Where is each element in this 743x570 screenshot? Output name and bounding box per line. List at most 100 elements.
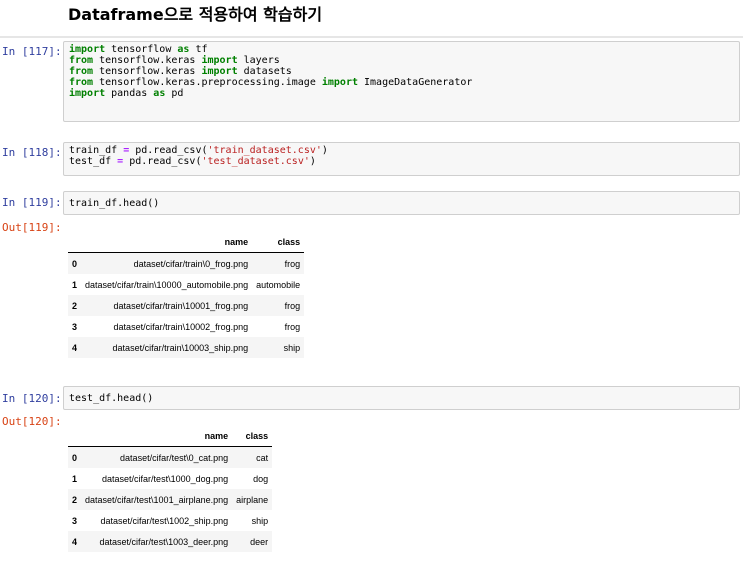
code-line: test_df.head() xyxy=(69,393,734,404)
out-prompt-119: Out[119]: xyxy=(2,221,62,234)
in-prompt-118: In [118]: xyxy=(2,146,62,159)
code-cell-117[interactable]: import tensorflow as tf from tensorflow.k… xyxy=(63,41,740,122)
code-text: train_df xyxy=(69,145,124,156)
table-row: 4 dataset/cifar/train\10003_ship.png shi… xyxy=(68,337,305,358)
row-index: 3 xyxy=(72,515,78,526)
cell-name: dataset/cifar/train\10001_frog.png xyxy=(113,300,249,311)
code-keyword: import xyxy=(201,66,238,77)
code-text: ImageDataGenerator xyxy=(358,77,473,88)
cell-name: dataset/cifar/test\1003_deer.png xyxy=(99,536,229,547)
index-header xyxy=(68,426,82,447)
code-text: pd xyxy=(165,88,184,99)
code-text: pd.read_csv( xyxy=(129,145,208,156)
row-index: 0 xyxy=(72,258,78,269)
dataframe-table-train: name class 0 dataset/cifar/train\0_frog.… xyxy=(68,232,305,358)
table-row: 2 dataset/cifar/train\10001_frog.png fro… xyxy=(68,295,305,316)
out-prompt-120: Out[120]: xyxy=(2,415,62,428)
code-text: tensorflow xyxy=(105,44,178,55)
code-text: ) xyxy=(309,156,316,167)
row-index: 4 xyxy=(72,342,78,353)
code-keyword: as xyxy=(153,88,166,99)
column-header-class: class xyxy=(252,232,305,253)
code-text: datasets xyxy=(237,66,292,77)
cell-class: deer xyxy=(250,536,269,547)
column-header-class: class xyxy=(232,426,273,447)
code-string: 'test_dataset.csv' xyxy=(201,156,310,167)
table-row: 2 dataset/cifar/test\1001_airplane.png a… xyxy=(68,489,273,510)
code-line: import tensorflow as tf xyxy=(69,44,734,55)
cell-name: dataset/cifar/train\10002_frog.png xyxy=(113,321,249,332)
code-keyword: from xyxy=(69,55,94,66)
table-row: 3 dataset/cifar/train\10002_frog.png fro… xyxy=(68,316,304,337)
row-index: 3 xyxy=(72,321,78,332)
cell-class: ship xyxy=(251,515,269,526)
markdown-heading: Dataframe으로 적용하여 학습하기 xyxy=(68,5,323,24)
code-text: ) xyxy=(321,145,328,156)
cell-class: frog xyxy=(284,300,301,311)
code-text: layers xyxy=(237,55,280,66)
code-line: train_df.head() xyxy=(69,198,734,209)
cell-name: dataset/cifar/train\10003_ship.png xyxy=(112,342,249,353)
cell-class: airplane xyxy=(236,494,269,505)
code-keyword: import xyxy=(201,55,238,66)
cell-class: frog xyxy=(284,258,301,269)
code-string: 'train_dataset.csv' xyxy=(207,145,322,156)
table-row: 0 dataset/cifar/test\0_cat.png cat xyxy=(68,446,273,468)
cell-name: dataset/cifar/train\0_frog.png xyxy=(133,258,249,269)
row-index: 0 xyxy=(72,452,78,463)
cell-class: dog xyxy=(253,473,269,484)
cell-name: dataset/cifar/test\0_cat.png xyxy=(120,452,229,463)
cell-name: dataset/cifar/test\1001_airplane.png xyxy=(85,494,229,505)
in-prompt-120: In [120]: xyxy=(2,392,62,405)
code-text: test_df xyxy=(69,156,118,167)
cell-class: ship xyxy=(283,342,301,353)
row-index: 1 xyxy=(72,473,78,484)
code-text: tf xyxy=(189,44,208,55)
code-line: from tensorflow.keras import datasets xyxy=(69,66,734,77)
code-line: train_df = pd.read_csv('train_dataset.cs… xyxy=(69,145,734,156)
row-index: 4 xyxy=(72,536,78,547)
row-index: 2 xyxy=(72,494,78,505)
heading-rule xyxy=(0,36,743,38)
in-prompt-117: In [117]: xyxy=(2,45,62,58)
table-row: 1 dataset/cifar/test\1000_dog.png dog xyxy=(68,468,272,489)
cell-class: cat xyxy=(256,452,269,463)
code-line: test_df = pd.read_csv('test_dataset.csv'… xyxy=(69,156,734,167)
code-cell-119[interactable]: train_df.head() xyxy=(63,191,740,215)
cell-name: dataset/cifar/test\1002_ship.png xyxy=(100,515,229,526)
code-text: tensorflow.keras.preprocessing.image xyxy=(93,77,322,88)
code-text: test_df.head() xyxy=(69,393,154,404)
table-header-row: name class xyxy=(68,426,273,447)
table-header-row: name class xyxy=(68,232,305,253)
code-text: pandas xyxy=(105,88,154,99)
table-row: 0 dataset/cifar/train\0_frog.png frog xyxy=(68,252,305,274)
table-row: 1 dataset/cifar/train\10000_automobile.p… xyxy=(68,274,304,295)
code-line: from tensorflow.keras import layers xyxy=(69,55,734,66)
code-line: from tensorflow.keras.preprocessing.imag… xyxy=(69,77,734,88)
index-header xyxy=(68,232,82,253)
code-keyword: import xyxy=(321,77,358,88)
column-header-name: name xyxy=(81,232,253,253)
code-keyword: from xyxy=(69,66,94,77)
column-header-name: name xyxy=(81,426,233,447)
dataframe-table-test: name class 0 dataset/cifar/test\0_cat.pn… xyxy=(68,426,273,552)
table-row: 3 dataset/cifar/test\1002_ship.png ship xyxy=(68,510,272,531)
in-prompt-119: In [119]: xyxy=(2,196,62,209)
code-text: tensorflow.keras xyxy=(93,66,202,77)
code-keyword: from xyxy=(69,77,94,88)
cell-class: automobile xyxy=(256,279,301,290)
code-keyword: as xyxy=(177,44,190,55)
code-text: tensorflow.keras xyxy=(93,55,202,66)
table-row: 4 dataset/cifar/test\1003_deer.png deer xyxy=(68,531,273,552)
cell-name: dataset/cifar/train\10000_automobile.png xyxy=(85,279,249,290)
code-cell-118[interactable]: train_df = pd.read_csv('train_dataset.cs… xyxy=(63,142,740,176)
cell-name: dataset/cifar/test\1000_dog.png xyxy=(102,473,229,484)
row-index: 1 xyxy=(72,279,78,290)
row-index: 2 xyxy=(72,300,78,311)
code-keyword: import xyxy=(69,88,106,99)
code-text: train_df.head() xyxy=(69,198,160,209)
code-text: pd.read_csv( xyxy=(123,156,202,167)
code-keyword: import xyxy=(69,44,106,55)
code-cell-120[interactable]: test_df.head() xyxy=(63,386,740,410)
cell-class: frog xyxy=(284,321,301,332)
